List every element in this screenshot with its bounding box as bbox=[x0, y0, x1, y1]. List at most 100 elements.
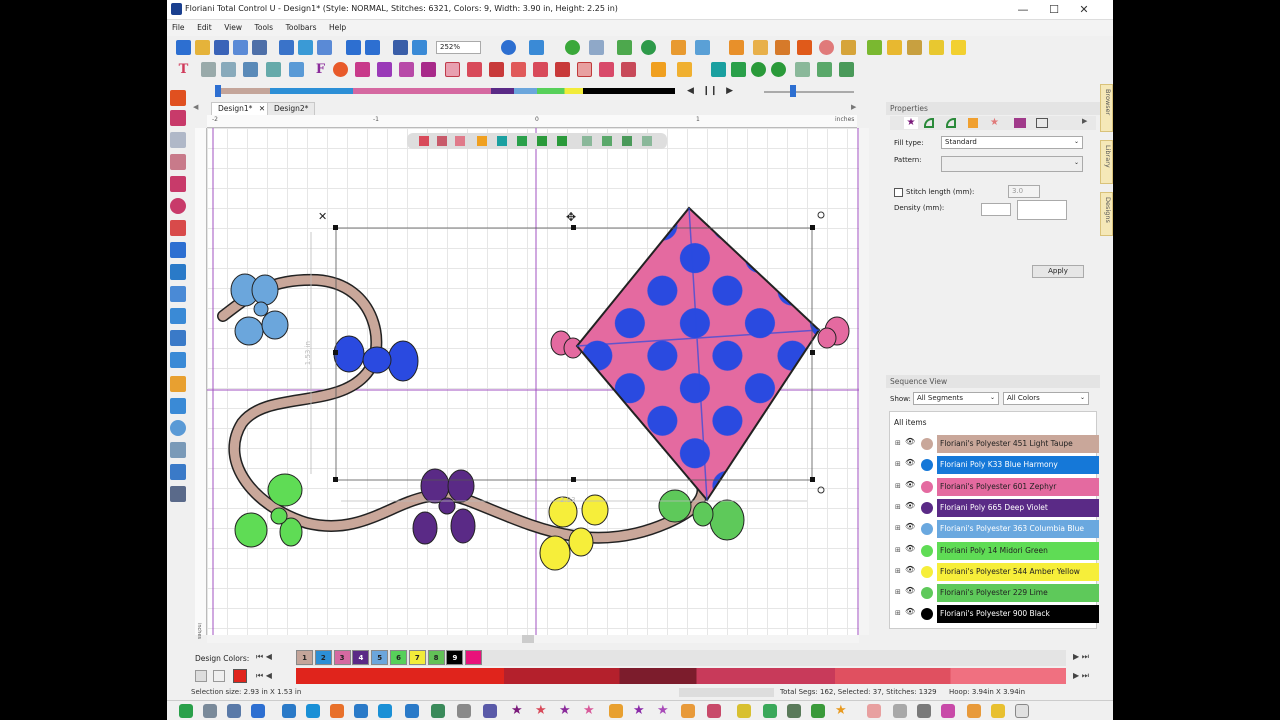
star-4-icon[interactable]: ★ bbox=[633, 704, 647, 718]
star-3-icon[interactable]: ★ bbox=[583, 704, 597, 718]
minimize-button[interactable]: — bbox=[1008, 0, 1038, 20]
sequence-row[interactable]: ⊞ 👁 Floriani Poly K33 Blue Harmony bbox=[895, 455, 1099, 475]
grid-tool-icon[interactable] bbox=[170, 308, 186, 324]
design-color-swatch[interactable]: 9 bbox=[446, 650, 464, 665]
menu-toolbars[interactable]: Toolbars bbox=[281, 20, 322, 32]
pen-icon[interactable] bbox=[617, 40, 632, 55]
tabs-scroll-right[interactable]: ▶ bbox=[851, 103, 856, 111]
column-2-icon[interactable] bbox=[354, 704, 368, 718]
design-color-swatch[interactable]: 7 bbox=[408, 650, 426, 665]
column-4-icon[interactable] bbox=[405, 704, 419, 718]
cut-icon[interactable] bbox=[279, 40, 294, 55]
scatter-icon[interactable] bbox=[266, 62, 281, 77]
burst-icon[interactable] bbox=[355, 62, 370, 77]
share-icon[interactable] bbox=[529, 40, 544, 55]
fill-5-icon[interactable] bbox=[707, 704, 721, 718]
frame-shape-7-icon[interactable] bbox=[577, 62, 592, 77]
frame-4-icon[interactable] bbox=[941, 704, 955, 718]
ruler-icon[interactable] bbox=[170, 220, 186, 236]
star-2-icon[interactable]: ★ bbox=[559, 704, 573, 718]
run-stitch-icon[interactable] bbox=[179, 704, 193, 718]
design-color-swatch[interactable]: 8 bbox=[427, 650, 445, 665]
zoom-icon[interactable] bbox=[170, 198, 186, 214]
stitch-player-icon[interactable] bbox=[170, 352, 186, 368]
side-tab-library[interactable]: Library bbox=[1100, 140, 1113, 184]
pattern-3-icon[interactable] bbox=[811, 704, 825, 718]
save-as-icon[interactable] bbox=[233, 40, 248, 55]
menu-view[interactable]: View bbox=[219, 20, 247, 32]
3d-view-icon[interactable] bbox=[170, 242, 186, 258]
thread-palette[interactable] bbox=[296, 668, 1066, 684]
rotate-right-icon[interactable] bbox=[771, 62, 786, 77]
person-icon[interactable] bbox=[170, 464, 186, 480]
tab-design2[interactable]: Design2* bbox=[267, 102, 316, 115]
grid-icon[interactable] bbox=[221, 62, 236, 77]
lock-icon[interactable] bbox=[841, 40, 856, 55]
image-icon[interactable] bbox=[170, 286, 186, 302]
redo-icon[interactable] bbox=[365, 40, 380, 55]
motif-tab-icon[interactable]: ★ bbox=[990, 117, 999, 128]
ungroup-icon[interactable] bbox=[817, 62, 832, 77]
satin-2-icon[interactable] bbox=[282, 704, 296, 718]
paint-icon[interactable] bbox=[671, 40, 686, 55]
fill-2-icon[interactable] bbox=[457, 704, 471, 718]
tool-icon[interactable] bbox=[775, 40, 790, 55]
expand-icon[interactable]: ⊞ bbox=[895, 482, 901, 490]
lettering-tab-icon[interactable] bbox=[1036, 118, 1048, 128]
density-input[interactable] bbox=[981, 203, 1011, 216]
motif-run-icon[interactable] bbox=[227, 704, 241, 718]
colors-nav-right[interactable]: ▶ ⏭ bbox=[1073, 652, 1089, 662]
wizard-icon[interactable] bbox=[170, 376, 186, 392]
visibility-eye-icon[interactable]: 👁 bbox=[905, 586, 915, 595]
tab-close-icon[interactable]: ✕ bbox=[259, 104, 265, 113]
visibility-eye-icon[interactable]: 👁 bbox=[905, 565, 915, 574]
palette-icon[interactable] bbox=[195, 670, 207, 682]
frame-stitch-icon[interactable] bbox=[867, 704, 881, 718]
hoop-icon[interactable] bbox=[565, 40, 580, 55]
needle-icon[interactable] bbox=[589, 40, 604, 55]
frame-shape-5-icon[interactable] bbox=[533, 62, 548, 77]
frame-3-icon[interactable] bbox=[917, 704, 931, 718]
expand-icon[interactable]: ⊞ bbox=[895, 439, 901, 447]
fill-icon[interactable] bbox=[695, 40, 710, 55]
fill-type-select[interactable]: Standard ⌄ bbox=[941, 136, 1083, 149]
design-color-swatch[interactable]: 4 bbox=[352, 650, 370, 665]
expand-icon[interactable]: ⊞ bbox=[895, 567, 901, 575]
stitch-slider-track[interactable] bbox=[215, 88, 675, 94]
frame-5-icon[interactable] bbox=[967, 704, 981, 718]
hoop-tool-icon[interactable] bbox=[170, 330, 186, 346]
horizontal-scrollbar[interactable] bbox=[207, 635, 859, 643]
applique-icon[interactable] bbox=[609, 704, 623, 718]
menu-edit[interactable]: Edit bbox=[192, 20, 217, 32]
palette-nav-right[interactable]: ▶ ⏭ bbox=[1073, 671, 1089, 681]
design-color-swatch[interactable]: 3 bbox=[333, 650, 351, 665]
wand-icon[interactable] bbox=[753, 40, 768, 55]
frame-shape-8-icon[interactable] bbox=[599, 62, 614, 77]
design-color-swatch[interactable]: 2 bbox=[314, 650, 332, 665]
tabs-scroll-left[interactable]: ◀ bbox=[193, 103, 198, 111]
pattern-icon[interactable] bbox=[763, 704, 777, 718]
move-handle-icon[interactable]: ✥ bbox=[566, 210, 576, 224]
sequence-row[interactable]: ⊞ 👁 Floriani's Polyester 900 Black bbox=[895, 604, 1099, 624]
visibility-eye-icon[interactable]: 👁 bbox=[905, 522, 915, 531]
paste-icon[interactable] bbox=[317, 40, 332, 55]
gallery-icon[interactable] bbox=[170, 442, 186, 458]
side-tab-browser[interactable]: Browser bbox=[1100, 84, 1113, 132]
expand-icon[interactable]: ⊞ bbox=[895, 546, 901, 554]
visibility-eye-icon[interactable]: 👁 bbox=[905, 501, 915, 510]
close-button[interactable]: ✕ bbox=[1069, 0, 1099, 20]
frame-shape-icon[interactable] bbox=[445, 62, 460, 77]
satin-3-icon[interactable] bbox=[306, 704, 320, 718]
text-tool-icon[interactable]: T bbox=[176, 62, 191, 77]
sequence-row[interactable]: ⊞ 👁 Floriani Poly 14 Midori Green bbox=[895, 541, 1099, 560]
bean-stitch-icon[interactable] bbox=[203, 704, 217, 718]
expand-icon[interactable]: ⊞ bbox=[895, 503, 901, 511]
node-select-icon[interactable] bbox=[170, 110, 186, 126]
point-select-icon[interactable] bbox=[170, 176, 186, 192]
segments-filter-select[interactable]: All Segments ⌄ bbox=[913, 392, 999, 405]
menu-file[interactable]: File bbox=[167, 20, 190, 32]
reshape-icon[interactable] bbox=[170, 132, 186, 148]
star-outline-icon[interactable]: ★ bbox=[535, 704, 549, 718]
star-6-icon[interactable]: ★ bbox=[835, 704, 849, 718]
tabs-next-icon[interactable]: ▶ bbox=[1082, 117, 1087, 125]
